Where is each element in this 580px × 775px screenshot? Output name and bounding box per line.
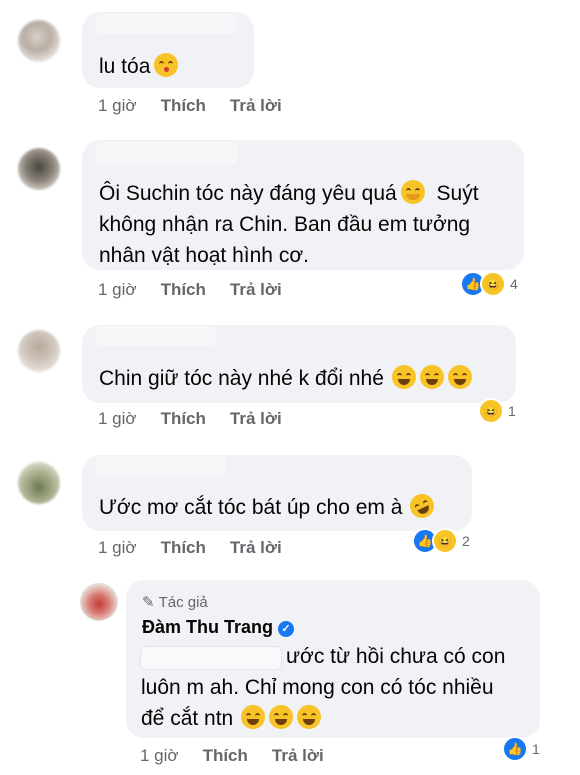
- comment-time[interactable]: 1 giờ: [140, 746, 179, 765]
- comment-time[interactable]: 1 giờ: [98, 409, 137, 428]
- like-link[interactable]: Thích: [161, 280, 206, 299]
- pencil-icon: ✎: [142, 594, 155, 611]
- grinning-squinting-face-icon: [419, 365, 444, 389]
- comment-text-line: Suýt: [436, 182, 479, 205]
- comment-text-line: lu tóa: [99, 55, 151, 78]
- haha-reaction-icon: 😆: [478, 398, 504, 424]
- comment-text-line: Ước mơ cắt tóc bát úp cho em à: [99, 496, 403, 519]
- like-reaction-icon: 👍: [502, 736, 528, 762]
- like-link[interactable]: Thích: [161, 409, 206, 428]
- redacted-commenter-name: [96, 456, 226, 476]
- hugging-face-icon: [400, 180, 425, 204]
- reply-link[interactable]: Trả lời: [230, 280, 282, 299]
- comment-actions: 1 giờ Thích Trả lời: [98, 96, 306, 116]
- comment-text: Chin giữ tóc này nhé k đổi nhé: [99, 363, 472, 395]
- reply-text: để cắt ntn: [141, 703, 322, 735]
- reply-text-line: ước từ hồi chưa có con: [286, 645, 506, 668]
- comment-text-line: Chin giữ tóc này nhé k đổi nhé: [99, 367, 384, 390]
- verified-badge-icon: ✓: [278, 621, 295, 637]
- comment-actions: 1 giờ Thích Trả lời: [98, 280, 306, 300]
- reply-link[interactable]: Trả lời: [230, 538, 282, 557]
- comment-text-line: nhân vật hoạt hình cơ.: [99, 244, 309, 267]
- reaction-count: 4: [510, 276, 518, 292]
- comment-actions: 1 giờ Thích Trả lời: [98, 538, 306, 558]
- grinning-squinting-face-icon: [391, 365, 416, 389]
- author-avatar[interactable]: [80, 583, 118, 621]
- grinning-squinting-face-icon: [447, 365, 472, 389]
- avatar[interactable]: [18, 330, 60, 372]
- comment-time[interactable]: 1 giờ: [98, 96, 137, 115]
- redacted-mention: [140, 646, 282, 670]
- author-name-text: Đàm Thu Trang: [142, 617, 274, 637]
- tears-of-joy-icon: [269, 705, 294, 729]
- redacted-commenter-name: [96, 14, 236, 34]
- like-link[interactable]: Thích: [203, 746, 248, 765]
- reaction-summary[interactable]: 👍 😆 2: [412, 528, 470, 554]
- avatar[interactable]: [18, 148, 60, 190]
- author-tag-label: Tác giả: [158, 594, 208, 611]
- reply-actions: 1 giờ Thích Trả lời: [140, 746, 348, 766]
- comment-text-line: không nhận ra Chin. Ban đầu em tưởng: [99, 213, 471, 236]
- comment-time[interactable]: 1 giờ: [98, 280, 137, 299]
- tears-of-joy-icon: [241, 705, 266, 729]
- comment-text-line: Ôi Suchin tóc này đáng yêu quá: [99, 182, 397, 205]
- reaction-count: 1: [508, 403, 516, 419]
- face-blowing-kiss-icon: [154, 53, 179, 77]
- comment-time[interactable]: 1 giờ: [98, 538, 137, 557]
- comment-text: lu tóa: [99, 51, 179, 83]
- haha-reaction-icon: 😆: [432, 528, 458, 554]
- avatar[interactable]: [18, 462, 60, 504]
- reaction-count: 2: [462, 533, 470, 549]
- comment-text: Ước mơ cắt tóc bát úp cho em à: [99, 490, 439, 524]
- reaction-count: 1: [532, 741, 540, 757]
- reply-link[interactable]: Trả lời: [272, 746, 324, 765]
- redacted-commenter-name: [96, 326, 216, 346]
- comment-text: Ôi Suchin tóc này đáng yêu quá Suýt: [99, 178, 479, 210]
- like-link[interactable]: Thích: [161, 96, 206, 115]
- reply-link[interactable]: Trả lời: [230, 409, 282, 428]
- like-link[interactable]: Thích: [161, 538, 206, 557]
- reaction-summary[interactable]: 👍 1: [502, 736, 540, 762]
- tears-of-joy-icon: [297, 705, 322, 729]
- reply-text-line: để cắt ntn: [141, 707, 234, 730]
- reply-text-line: luôn m ah. Chỉ mong con có tóc nhiều: [141, 676, 494, 699]
- rolling-laughing-face-icon: [406, 490, 439, 522]
- redacted-commenter-name: [96, 142, 238, 164]
- reaction-summary[interactable]: 👍 😆 4: [460, 271, 518, 297]
- author-tag: ✎ Tác giả: [142, 593, 208, 611]
- author-name[interactable]: Đàm Thu Trang ✓: [142, 617, 295, 638]
- comment-actions: 1 giờ Thích Trả lời: [98, 409, 306, 429]
- reply-link[interactable]: Trả lời: [230, 96, 282, 115]
- reaction-summary[interactable]: 😆 1: [478, 398, 516, 424]
- avatar[interactable]: [18, 20, 60, 62]
- haha-reaction-icon: 😆: [480, 271, 506, 297]
